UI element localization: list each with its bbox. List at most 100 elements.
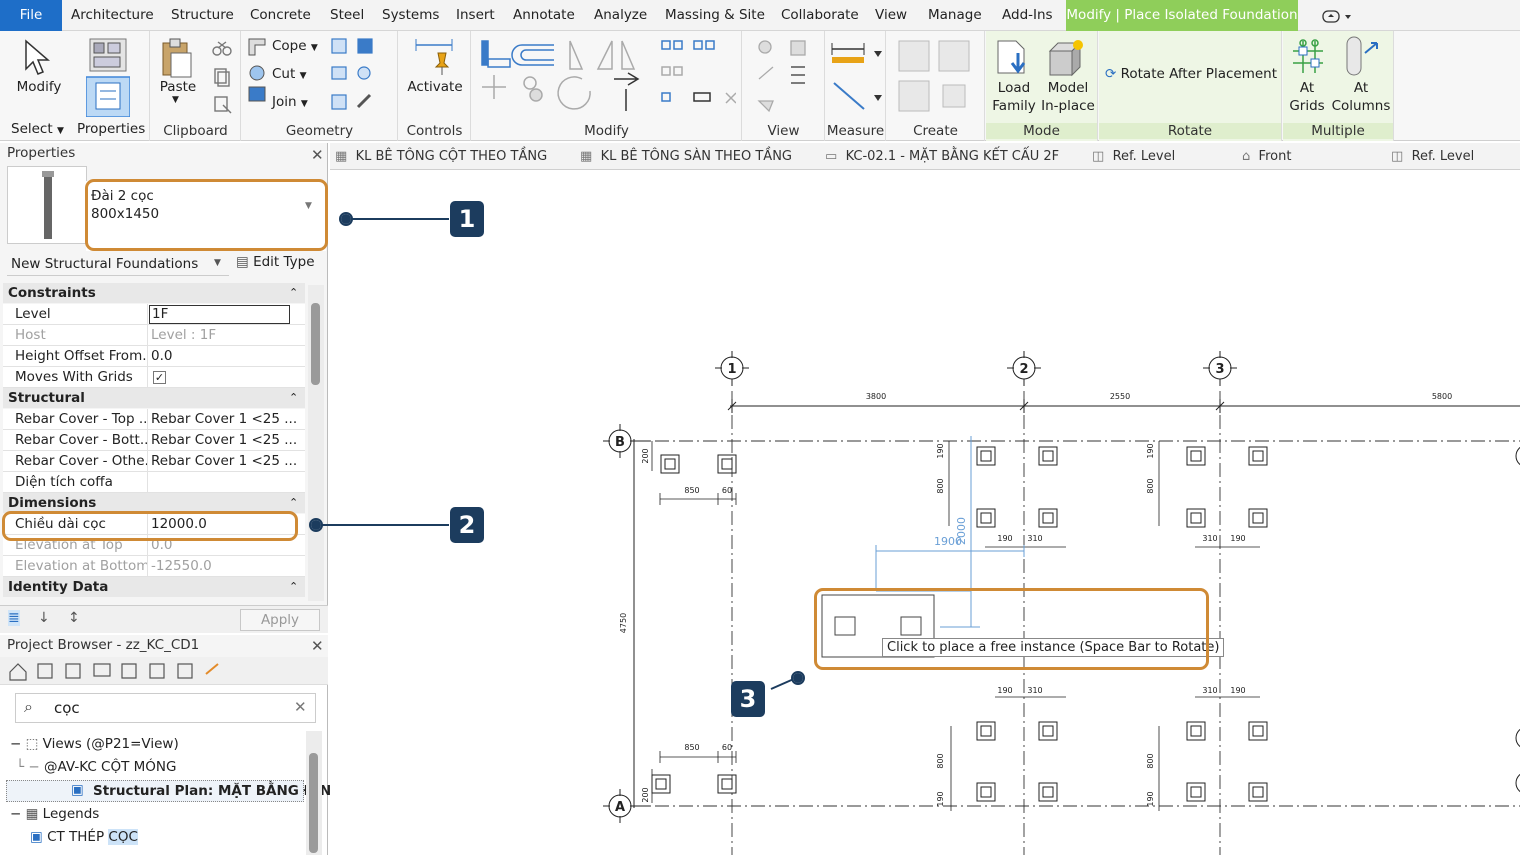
top-dimension-chain [727,399,1520,413]
tab-architecture[interactable]: Architecture [71,0,154,31]
tree-item-av-kc[interactable]: └ − @AV-KC CỘT MÓNG [16,759,176,775]
file-tab[interactable]: File [0,0,62,31]
tree-item-structural-plan[interactable]: ▣ Structural Plan: MẶT BẰNG ĐỊN [6,780,331,802]
close-icon[interactable]: ✕ [311,637,324,655]
ribbon-toggle-icon[interactable] [1322,10,1354,23]
modify-tools-icons [481,40,736,111]
rotate-after-placement-checkbox[interactable]: ⟳ Rotate After Placement [1105,66,1277,82]
view-tools-icons [757,40,806,113]
tab-insert[interactable]: Insert [456,0,495,31]
view-tab-ref-level-2[interactable]: ◫ Ref. Level [1391,143,1474,170]
rebar-top-value[interactable]: Rebar Cover 1 <25 ... [151,411,301,427]
tree-item-legends[interactable]: − ▦ Legends [10,806,99,822]
grid-head-2[interactable]: 2 [1007,351,1041,386]
join-button[interactable]: Join ▼ [272,94,308,110]
grid-head-a[interactable]: A [603,789,632,823]
tab-steel[interactable]: Steel [330,0,364,31]
at-columns-button[interactable]: At Columns [1331,79,1391,115]
tab-massing-site[interactable]: Massing & Site [665,0,765,31]
instance-filter-label: New Structural Foundations [11,256,199,272]
tab-modify-place-isolated-foundation[interactable]: Modify | Place Isolated Foundation [1066,0,1298,31]
rebar-bottom-value[interactable]: Rebar Cover 1 <25 ... [151,432,301,448]
scrollbar-thumb[interactable] [311,303,320,385]
height-offset-value[interactable]: 0.0 [151,348,301,364]
group-dimensions[interactable]: Dimensions [3,493,305,513]
moves-with-grids-checkbox[interactable]: ✓ [153,371,166,384]
dim-800: 800 [1146,753,1155,768]
grid-head-b[interactable]: B [603,424,632,458]
grid-label-2: 2 [1019,362,1028,377]
grid-head-1[interactable]: 1 [715,351,749,386]
cope-button[interactable]: Cope ▼ [272,38,318,54]
temp-dim-vertical[interactable]: 2000 [955,517,968,545]
clear-search-icon[interactable]: ✕ [294,698,307,716]
rebar-other-value[interactable]: Rebar Cover 1 <25 ... [151,453,301,469]
grid-head-partial [1515,728,1520,748]
browser-scrollbar[interactable] [306,731,322,855]
collapse-icon[interactable]: − [10,806,21,822]
tab-view[interactable]: View [875,0,907,31]
prop-row-level: Level 1F [3,304,305,325]
tree-label-highlight: CỌC [108,829,138,845]
search-input[interactable]: cọc [54,699,80,717]
sort-ascending-icon[interactable]: ↓ [38,610,50,626]
tab-analyze[interactable]: Analyze [594,0,647,31]
sort-descending-icon[interactable]: ↕ [68,610,80,626]
tab-add-ins[interactable]: Add-Ins [1002,0,1053,31]
at-grids-button[interactable]: At Grids [1285,79,1329,115]
tab-manage[interactable]: Manage [928,0,982,31]
dim-200-bottom: 200 [641,787,650,802]
paste-chevron-icon[interactable]: ▼ [172,95,179,105]
join-label: Join [272,94,297,110]
load-family-button[interactable]: Load Family [990,79,1038,115]
browser-search-box[interactable]: ⌕ cọc ✕ [15,693,316,723]
grid-head-3[interactable]: 3 [1203,351,1237,386]
tab-structure[interactable]: Structure [171,0,234,31]
apply-button[interactable]: Apply [240,609,320,631]
collapse-icon[interactable]: ⌃ [289,496,298,509]
collapse-icon[interactable]: − [10,736,21,752]
scrollbar-thumb[interactable] [309,753,318,853]
paste-button[interactable]: Paste [157,79,199,95]
dim-800: 800 [936,753,945,768]
tab-systems[interactable]: Systems [382,0,439,31]
dim-310: 310 [1027,534,1042,543]
tree-item-ct-thep-coc[interactable]: ▣ CT THÉP CỌC [30,829,138,845]
collapse-icon[interactable]: ⌃ [289,391,298,404]
level-input[interactable]: 1F [149,305,290,324]
at-grids-icon [1293,39,1323,73]
sort-by-group-icon[interactable]: ≣ [8,610,20,626]
group-structural[interactable]: Structural [3,388,305,408]
tab-collaborate[interactable]: Collaborate [781,0,859,31]
properties-scrollbar[interactable] [308,285,324,601]
group-constraints[interactable]: Constraints [3,283,305,303]
prop-key: Diện tích coffa [15,474,113,490]
structural-plan-drawing[interactable]: 1 2 3 B A 3800 2550 5800 4750 850 60 850… [330,171,1520,855]
properties-title: Properties [7,145,76,161]
at-grids-label-2: Grids [1289,98,1325,114]
type-preview [7,166,87,244]
tab-annotate[interactable]: Annotate [513,0,575,31]
view-tab-kl-cot[interactable]: ▦ KL BÊ TÔNG CỘT THEO TẦNG [335,143,547,170]
activate-button[interactable]: Activate [405,79,465,95]
view-tab-kc-02-1[interactable]: ▭ KC-02.1 - MẶT BẰNG KẾT CẤU 2F [825,143,1059,170]
highlight-placement [814,588,1209,670]
dim-190: 190 [936,791,945,806]
view-tab-ref-level-1[interactable]: ◫ Ref. Level [1092,143,1175,170]
modify-button[interactable]: Modify [12,79,66,95]
edit-type-button[interactable]: ▤ Edit Type [236,254,315,270]
model-inplace-button[interactable]: Model In-place [1040,79,1096,115]
tab-concrete[interactable]: Concrete [250,0,311,31]
collapse-icon[interactable]: ⌃ [289,580,298,593]
group-identity-data[interactable]: Identity Data [3,577,305,597]
tree-item-views[interactable]: − ⬚ Views (@P21=View) [10,736,179,752]
view-tab-kl-san[interactable]: ▦ KL BÊ TÔNG SÀN THEO TẦNG [580,143,792,170]
instance-filter-dropdown[interactable]: New Structural Foundations ▼ [7,254,229,276]
prop-row-moves-with-grids: Moves With Grids ✓ [3,367,305,388]
close-icon[interactable]: ✕ [311,146,324,164]
browser-title: Project Browser - zz_KC_CD1 [7,637,200,653]
drawing-canvas[interactable]: 1 2 3 B A 3800 2550 5800 4750 850 60 850… [330,171,1520,855]
collapse-icon[interactable]: ⌃ [289,286,298,299]
cut-button[interactable]: Cut ▼ [272,66,307,82]
view-tab-front[interactable]: ⌂ Front [1242,143,1291,170]
